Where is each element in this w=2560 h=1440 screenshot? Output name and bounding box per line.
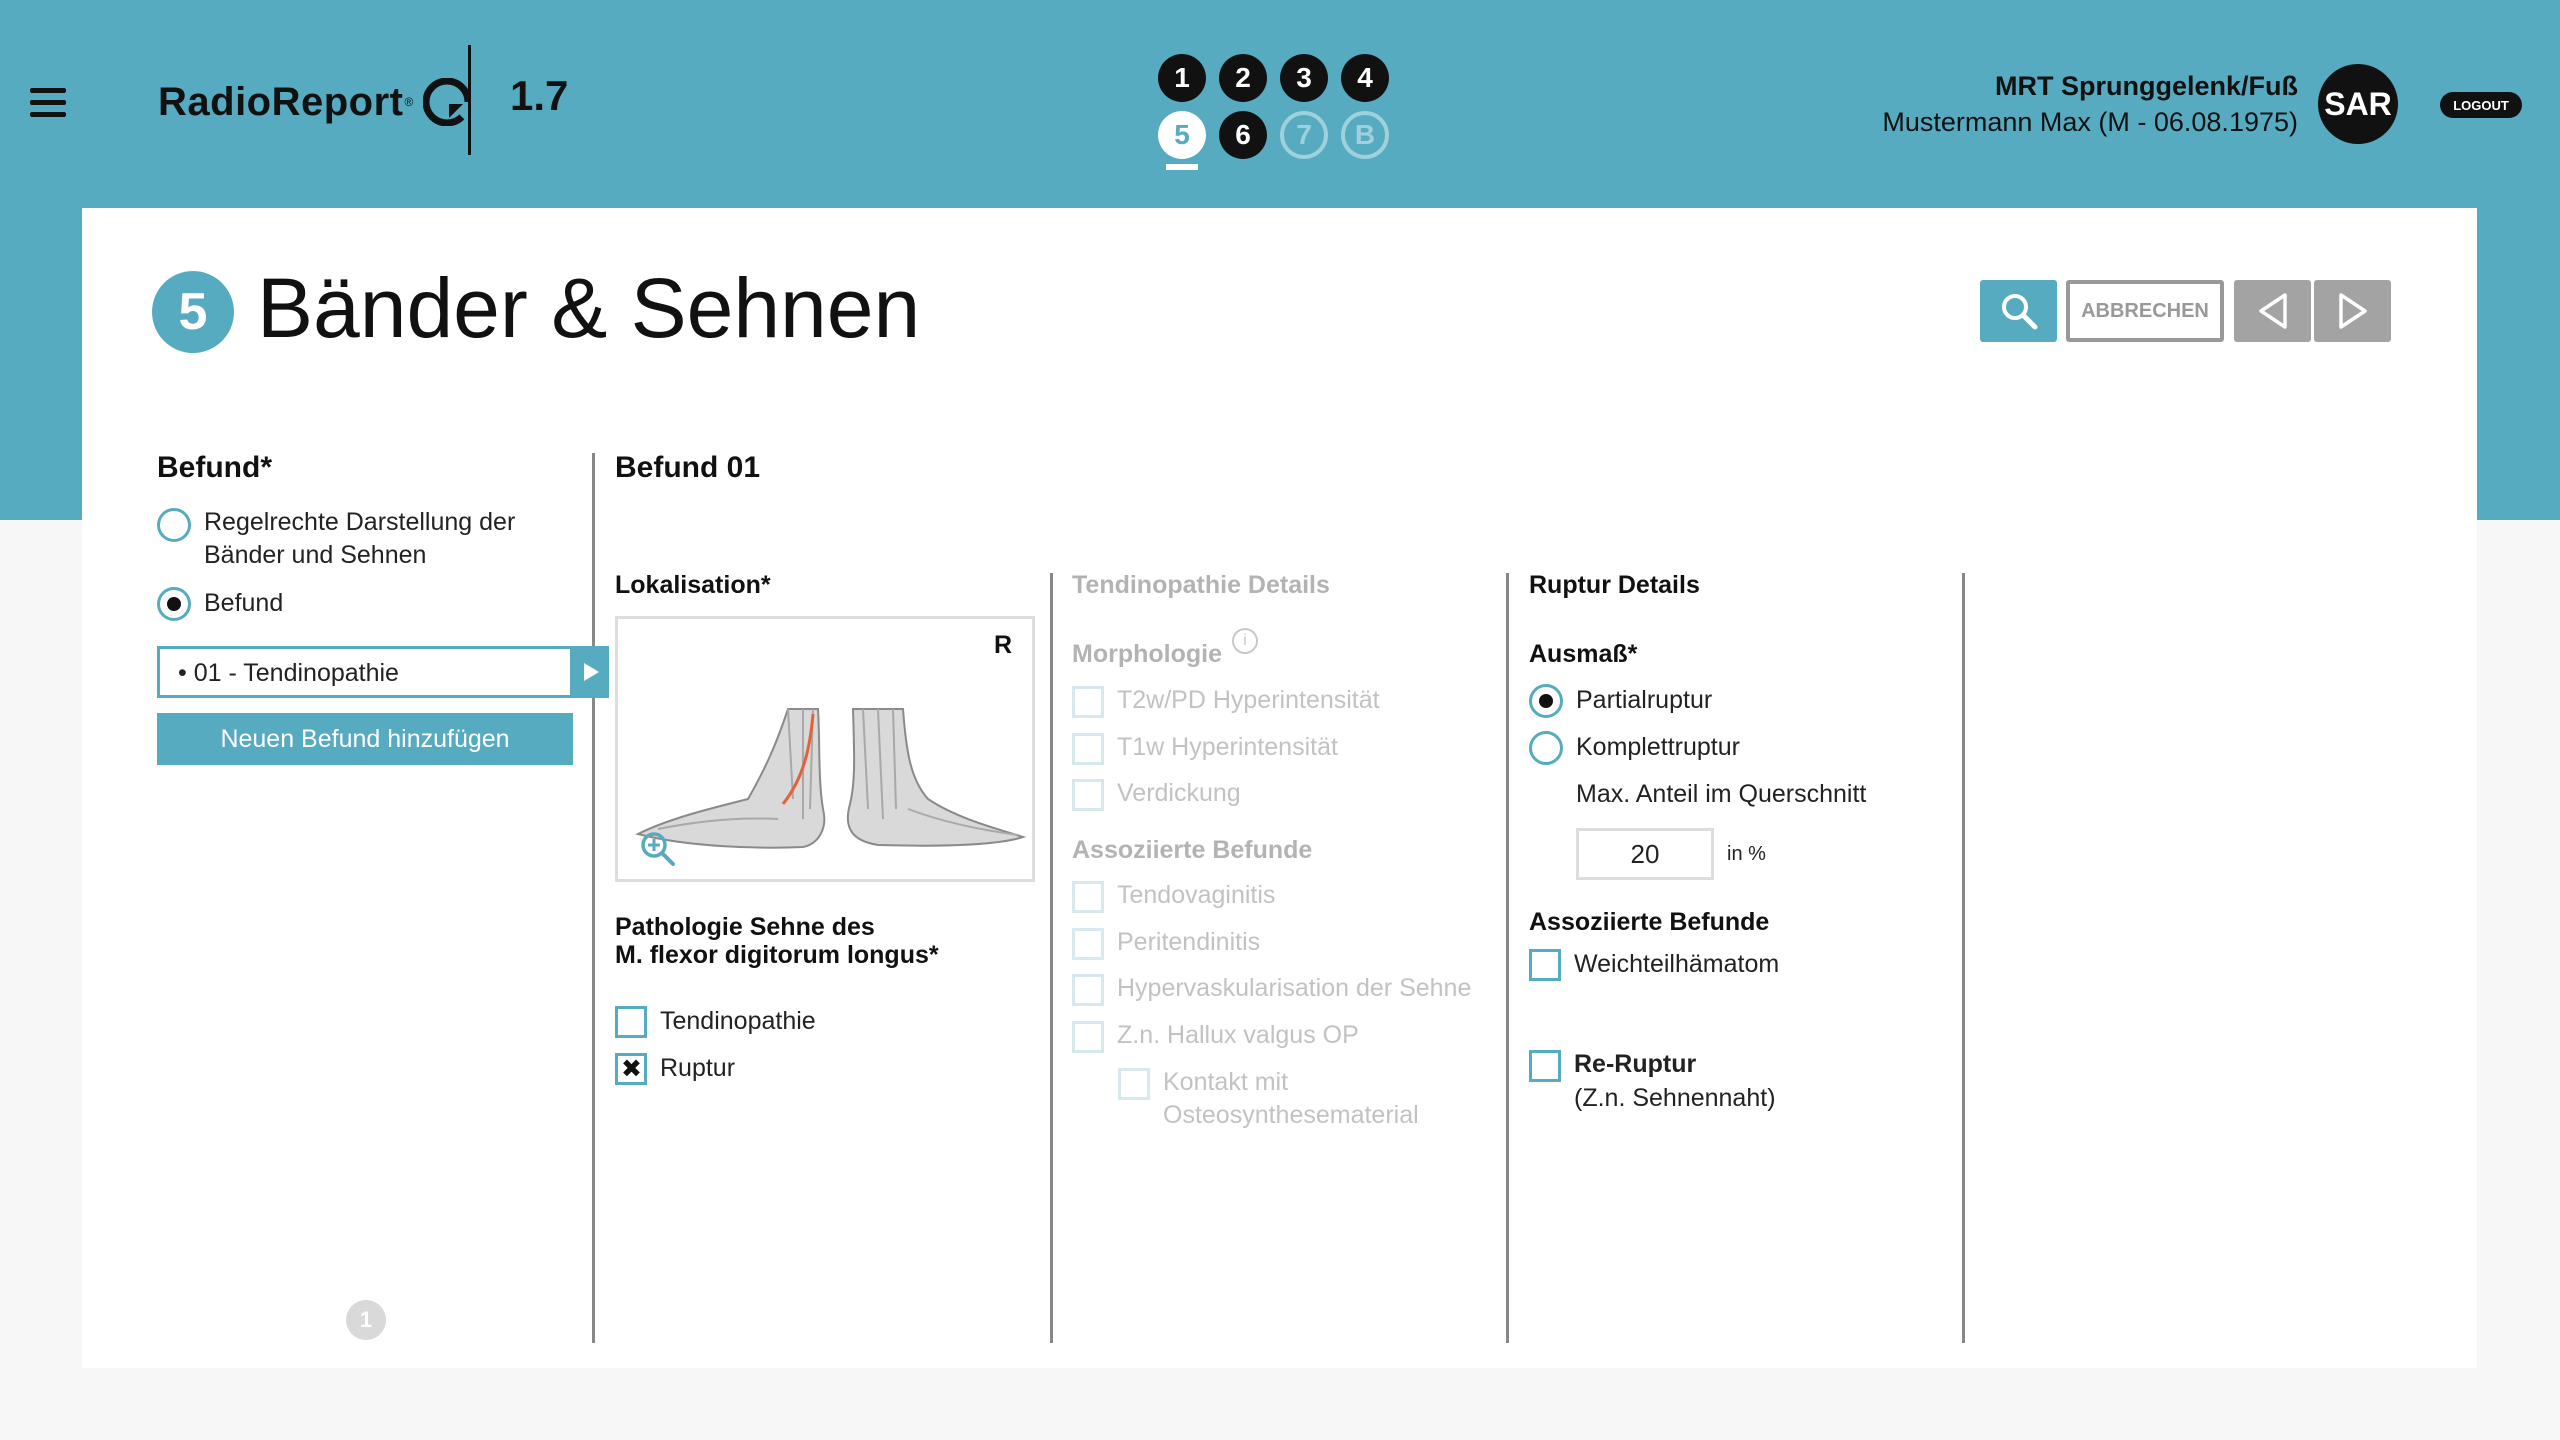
radio-normal-label: Regelrechte Darstellung der Bänder und S… (204, 508, 516, 569)
checkbox-reruptur[interactable] (1529, 1050, 1561, 1082)
checkbox-hypervaskularisation (1072, 974, 1104, 1006)
app-name: RadioReport (158, 79, 404, 124)
menu-icon[interactable] (30, 88, 66, 118)
ruptur-assoz-heading: Assoziierte Befunde (1529, 908, 1770, 936)
reruptur-sub-label: (Z.n. Sehnennaht) (1574, 1084, 1776, 1112)
section-number: 5 (152, 271, 234, 353)
column-divider (592, 453, 595, 1343)
search-icon (2001, 294, 2037, 330)
column-divider (1962, 573, 1965, 1343)
befund-heading: Befund* (157, 451, 272, 484)
step-7: 7 (1280, 111, 1328, 159)
exam-title: MRT Sprunggelenk/Fuß (1995, 71, 2298, 101)
unit-label: in % (1727, 843, 1766, 865)
page-title: Bänder & Sehnen (257, 261, 921, 355)
tendovaginitis-label: Tendovaginitis (1117, 881, 1276, 909)
verdickung-label: Verdickung (1117, 779, 1241, 807)
cancel-button[interactable]: ABBRECHEN (2066, 280, 2224, 342)
step-1[interactable]: 1 (1158, 54, 1206, 102)
current-step-indicator (1166, 164, 1198, 170)
befund-select-arrow[interactable] (573, 646, 609, 698)
weichteilhaematom-label: Weichteilhämatom (1574, 950, 1780, 978)
step-6[interactable]: 6 (1219, 111, 1267, 159)
logout-button[interactable]: LOGOUT (2440, 92, 2522, 118)
checkbox-hallux-valgus (1072, 1021, 1104, 1053)
befund-select[interactable]: • 01 - Tendinopathie (157, 646, 573, 698)
osteosynthese-label-line1: Kontakt mit (1163, 1068, 1289, 1096)
radio-komplettruptur[interactable] (1529, 731, 1563, 765)
partialruptur-label: Partialruptur (1576, 686, 1713, 714)
play-icon (584, 663, 599, 681)
checkbox-t1w (1072, 733, 1104, 765)
t1w-label: T1w Hyperintensität (1117, 733, 1338, 761)
tendinopathie-label: Tendinopathie (660, 1007, 816, 1035)
checkbox-tendinopathie[interactable] (615, 1006, 647, 1038)
checkbox-verdickung (1072, 779, 1104, 811)
page-indicator[interactable]: 1 (346, 1300, 386, 1340)
column-divider (1050, 573, 1053, 1343)
step-5-current[interactable]: 5 (1158, 111, 1206, 159)
osteosynthese-label-line2: Osteosynthesematerial (1163, 1101, 1419, 1129)
max-anteil-label: Max. Anteil im Querschnitt (1576, 780, 1867, 808)
tendinopathie-heading: Tendinopathie Details (1072, 571, 1330, 599)
triangle-right-icon (2338, 293, 2367, 329)
previous-button[interactable] (2234, 280, 2311, 342)
step-navigation: 1 2 3 4 5 6 7 B (1158, 54, 1398, 174)
radio-normal[interactable] (157, 508, 191, 542)
logo-mark-icon (423, 78, 472, 126)
add-befund-button[interactable]: Neuen Befund hinzufügen (157, 713, 573, 765)
pathologie-label-line1: Pathologie Sehne des (615, 913, 875, 941)
t2w-label: T2w/PD Hyperintensität (1117, 686, 1380, 714)
lokalisation-label: Lokalisation* (615, 571, 771, 599)
patient-info: MRT Sprunggelenk/Fuß Mustermann Max (M -… (1882, 68, 2298, 140)
step-4[interactable]: 4 (1341, 54, 1389, 102)
ruptur-heading: Ruptur Details (1529, 571, 1700, 599)
zoom-in-icon[interactable] (638, 829, 678, 869)
step-b: B (1341, 111, 1389, 159)
peritendinitis-label: Peritendinitis (1117, 928, 1261, 956)
checkbox-ruptur[interactable] (615, 1053, 647, 1085)
checkbox-t2w (1072, 686, 1104, 718)
triangle-left-icon (2258, 293, 2287, 329)
version-label: 1.7 (510, 72, 569, 119)
morphologie-label: Morphologie (1072, 640, 1222, 668)
step-3[interactable]: 3 (1280, 54, 1328, 102)
komplettruptur-label: Komplettruptur (1576, 733, 1740, 761)
patient-name: Mustermann Max (M - 06.08.1975) (1882, 107, 2298, 137)
tendinopathie-assoz-heading: Assoziierte Befunde (1072, 836, 1313, 864)
checkbox-peritendinitis (1072, 928, 1104, 960)
next-button[interactable] (2314, 280, 2391, 342)
main-card: 5 Bänder & Sehnen ABBRECHEN Befund* Rege… (82, 208, 2477, 1368)
radio-befund-label: Befund (204, 589, 284, 617)
step-2[interactable]: 2 (1219, 54, 1267, 102)
localization-image[interactable]: R (615, 616, 1035, 882)
ruptur-label: Ruptur (660, 1054, 736, 1082)
search-button[interactable] (1980, 280, 2057, 342)
pathologie-label-line2: M. flexor digitorum longus* (615, 941, 939, 969)
info-icon[interactable]: i (1232, 628, 1258, 654)
querschnitt-input[interactable]: 20 (1576, 828, 1714, 880)
reruptur-label: Re-Ruptur (1574, 1050, 1697, 1078)
befund-select-value: • 01 - Tendinopathie (178, 659, 399, 687)
checkbox-tendovaginitis (1072, 881, 1104, 913)
ausmass-label: Ausmaß* (1529, 640, 1638, 668)
foot-anatomy-illustration (635, 708, 1027, 849)
hallux-valgus-label: Z.n. Hallux valgus OP (1117, 1021, 1359, 1049)
checkbox-osteosynthese (1118, 1068, 1150, 1100)
app-reg-mark: ® (404, 95, 414, 109)
column-divider (1506, 573, 1509, 1343)
user-avatar[interactable]: SAR (2318, 64, 2398, 144)
radio-befund[interactable] (157, 587, 191, 621)
header-divider (468, 45, 471, 155)
radio-partialruptur[interactable] (1529, 684, 1563, 718)
app-logo: RadioReport ® (158, 72, 472, 132)
checkbox-weichteilhaematom[interactable] (1529, 949, 1561, 981)
side-marker: R (993, 631, 1012, 659)
befund01-heading: Befund 01 (615, 451, 761, 484)
hypervaskularisation-label: Hypervaskularisation der Sehne (1117, 974, 1472, 1002)
